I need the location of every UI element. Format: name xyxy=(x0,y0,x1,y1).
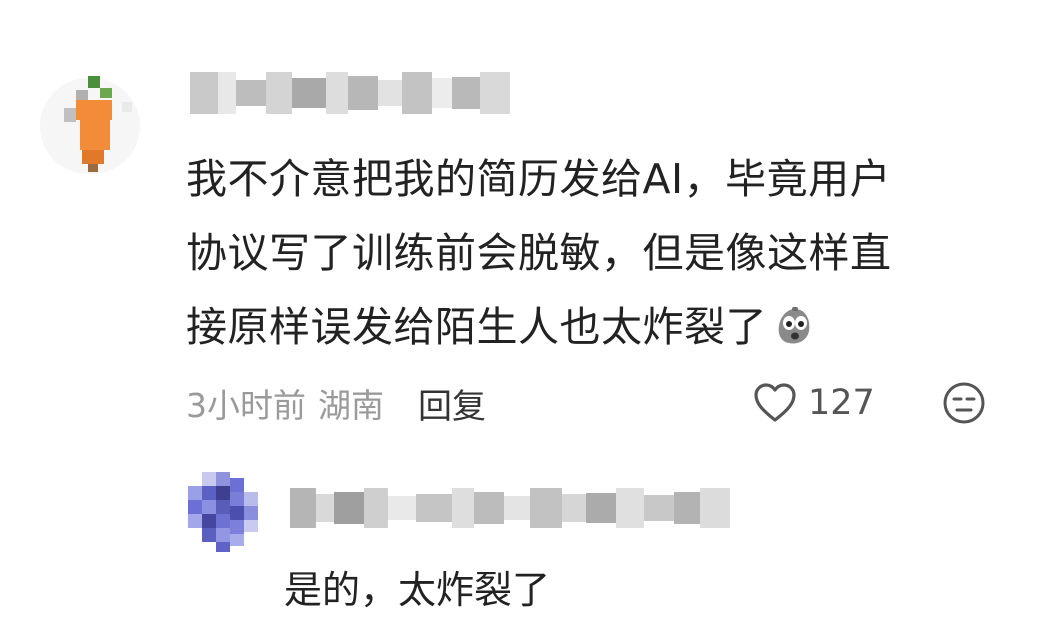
comment-text: 我不介意把我的简历发给AI，毕竟用户 协议写了训练前会脱敏，但是像这样直 接原样… xyxy=(186,142,1006,364)
like-count: 127 xyxy=(808,383,875,423)
reaction-button[interactable] xyxy=(942,381,986,425)
reply-text: 是的，太炸裂了 xyxy=(284,568,551,612)
comment-line-3-text: 接原样误发给陌生人也太炸裂了 xyxy=(186,303,767,351)
comment-line-2: 协议写了训练前会脱敏，但是像这样直 xyxy=(186,229,892,277)
heart-outline-icon xyxy=(752,382,798,424)
neutral-face-icon xyxy=(943,382,985,424)
comment-time: 3小时前 xyxy=(186,386,306,425)
avatar-image xyxy=(30,68,150,184)
reply-button[interactable]: 回复 xyxy=(418,379,486,428)
comment-line-1: 我不介意把我的简历发给AI，毕竟用户 xyxy=(186,155,892,203)
username-blurred[interactable] xyxy=(190,72,510,114)
reply-avatar-image xyxy=(188,472,268,554)
comment-line-3: 接原样误发给陌生人也太炸裂了 xyxy=(186,290,1006,364)
reply-username-blurred[interactable] xyxy=(290,488,760,528)
comment-location: 湖南 xyxy=(318,386,384,425)
reply-avatar[interactable] xyxy=(188,472,268,554)
comment-meta: 3小时前 湖南 回复 xyxy=(186,378,486,428)
avatar[interactable] xyxy=(30,68,150,184)
shocked-potato-emoji-icon xyxy=(771,296,815,344)
like-button[interactable]: 127 xyxy=(752,378,875,428)
